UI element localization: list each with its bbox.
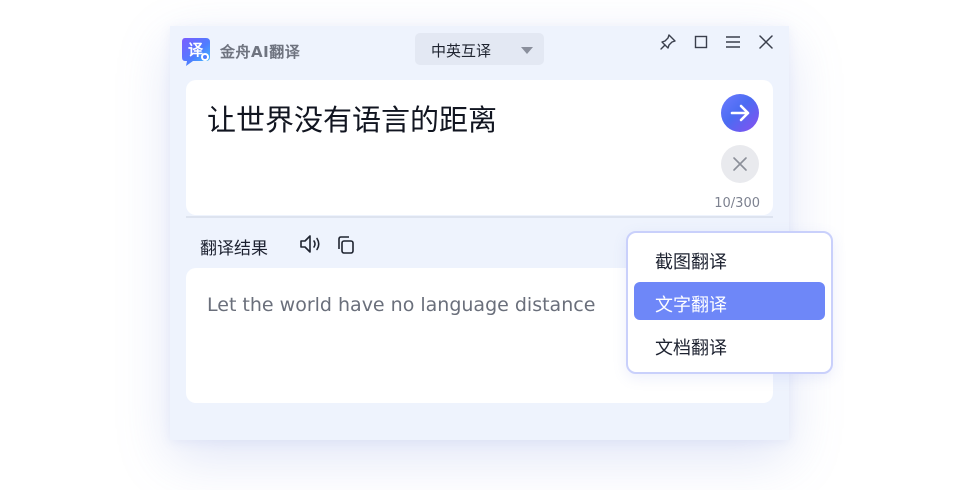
arrow-right-icon (721, 104, 759, 136)
section-divider (186, 216, 773, 218)
speak-button[interactable] (298, 233, 324, 255)
close-icon (721, 157, 759, 187)
app-name: 金舟AI翻译 (220, 43, 301, 61)
title-bar: 译 金舟AI翻译 中英互译 (170, 26, 789, 76)
result-label: 翻译结果 (200, 239, 268, 259)
copy-button[interactable] (335, 234, 357, 256)
speaker-icon (298, 235, 324, 259)
clear-input-button[interactable] (721, 145, 759, 183)
menu-item-text-translate[interactable]: 文字翻译 (634, 282, 825, 320)
language-pair-label: 中英互译 (431, 42, 492, 60)
menu-item-label: 截图翻译 (655, 252, 727, 273)
menu-icon (723, 32, 743, 52)
source-text[interactable]: 让世界没有语言的距离 (207, 97, 697, 139)
menu-item-screenshot-translate[interactable]: 截图翻译 (634, 239, 825, 277)
copy-icon (335, 236, 357, 260)
maximize-button[interactable] (691, 32, 711, 52)
desktop-stage: 译 金舟AI翻译 中英互译 让世界没有语言的距离 10/300 翻译结果 Let… (0, 0, 980, 490)
menu-button[interactable] (723, 32, 743, 52)
close-button[interactable] (756, 32, 776, 52)
chevron-down-icon (521, 47, 533, 54)
translate-button[interactable] (721, 94, 759, 132)
language-pair-select[interactable]: 中英互译 (415, 33, 544, 65)
translation-mode-menu: 截图翻译 文字翻译 文档翻译 (626, 231, 833, 374)
menu-item-document-translate[interactable]: 文档翻译 (634, 325, 825, 363)
close-icon (756, 32, 776, 52)
char-count: 10/300 (714, 196, 760, 211)
source-input-area[interactable]: 让世界没有语言的距离 10/300 (186, 80, 773, 215)
app-logo-icon: 译 (181, 36, 212, 67)
pin-button[interactable] (658, 32, 678, 52)
menu-item-label: 文字翻译 (655, 295, 727, 316)
pin-icon (658, 32, 678, 52)
menu-item-label: 文档翻译 (655, 338, 727, 359)
result-text: Let the world have no language distance (207, 294, 596, 316)
maximize-icon (691, 32, 711, 52)
